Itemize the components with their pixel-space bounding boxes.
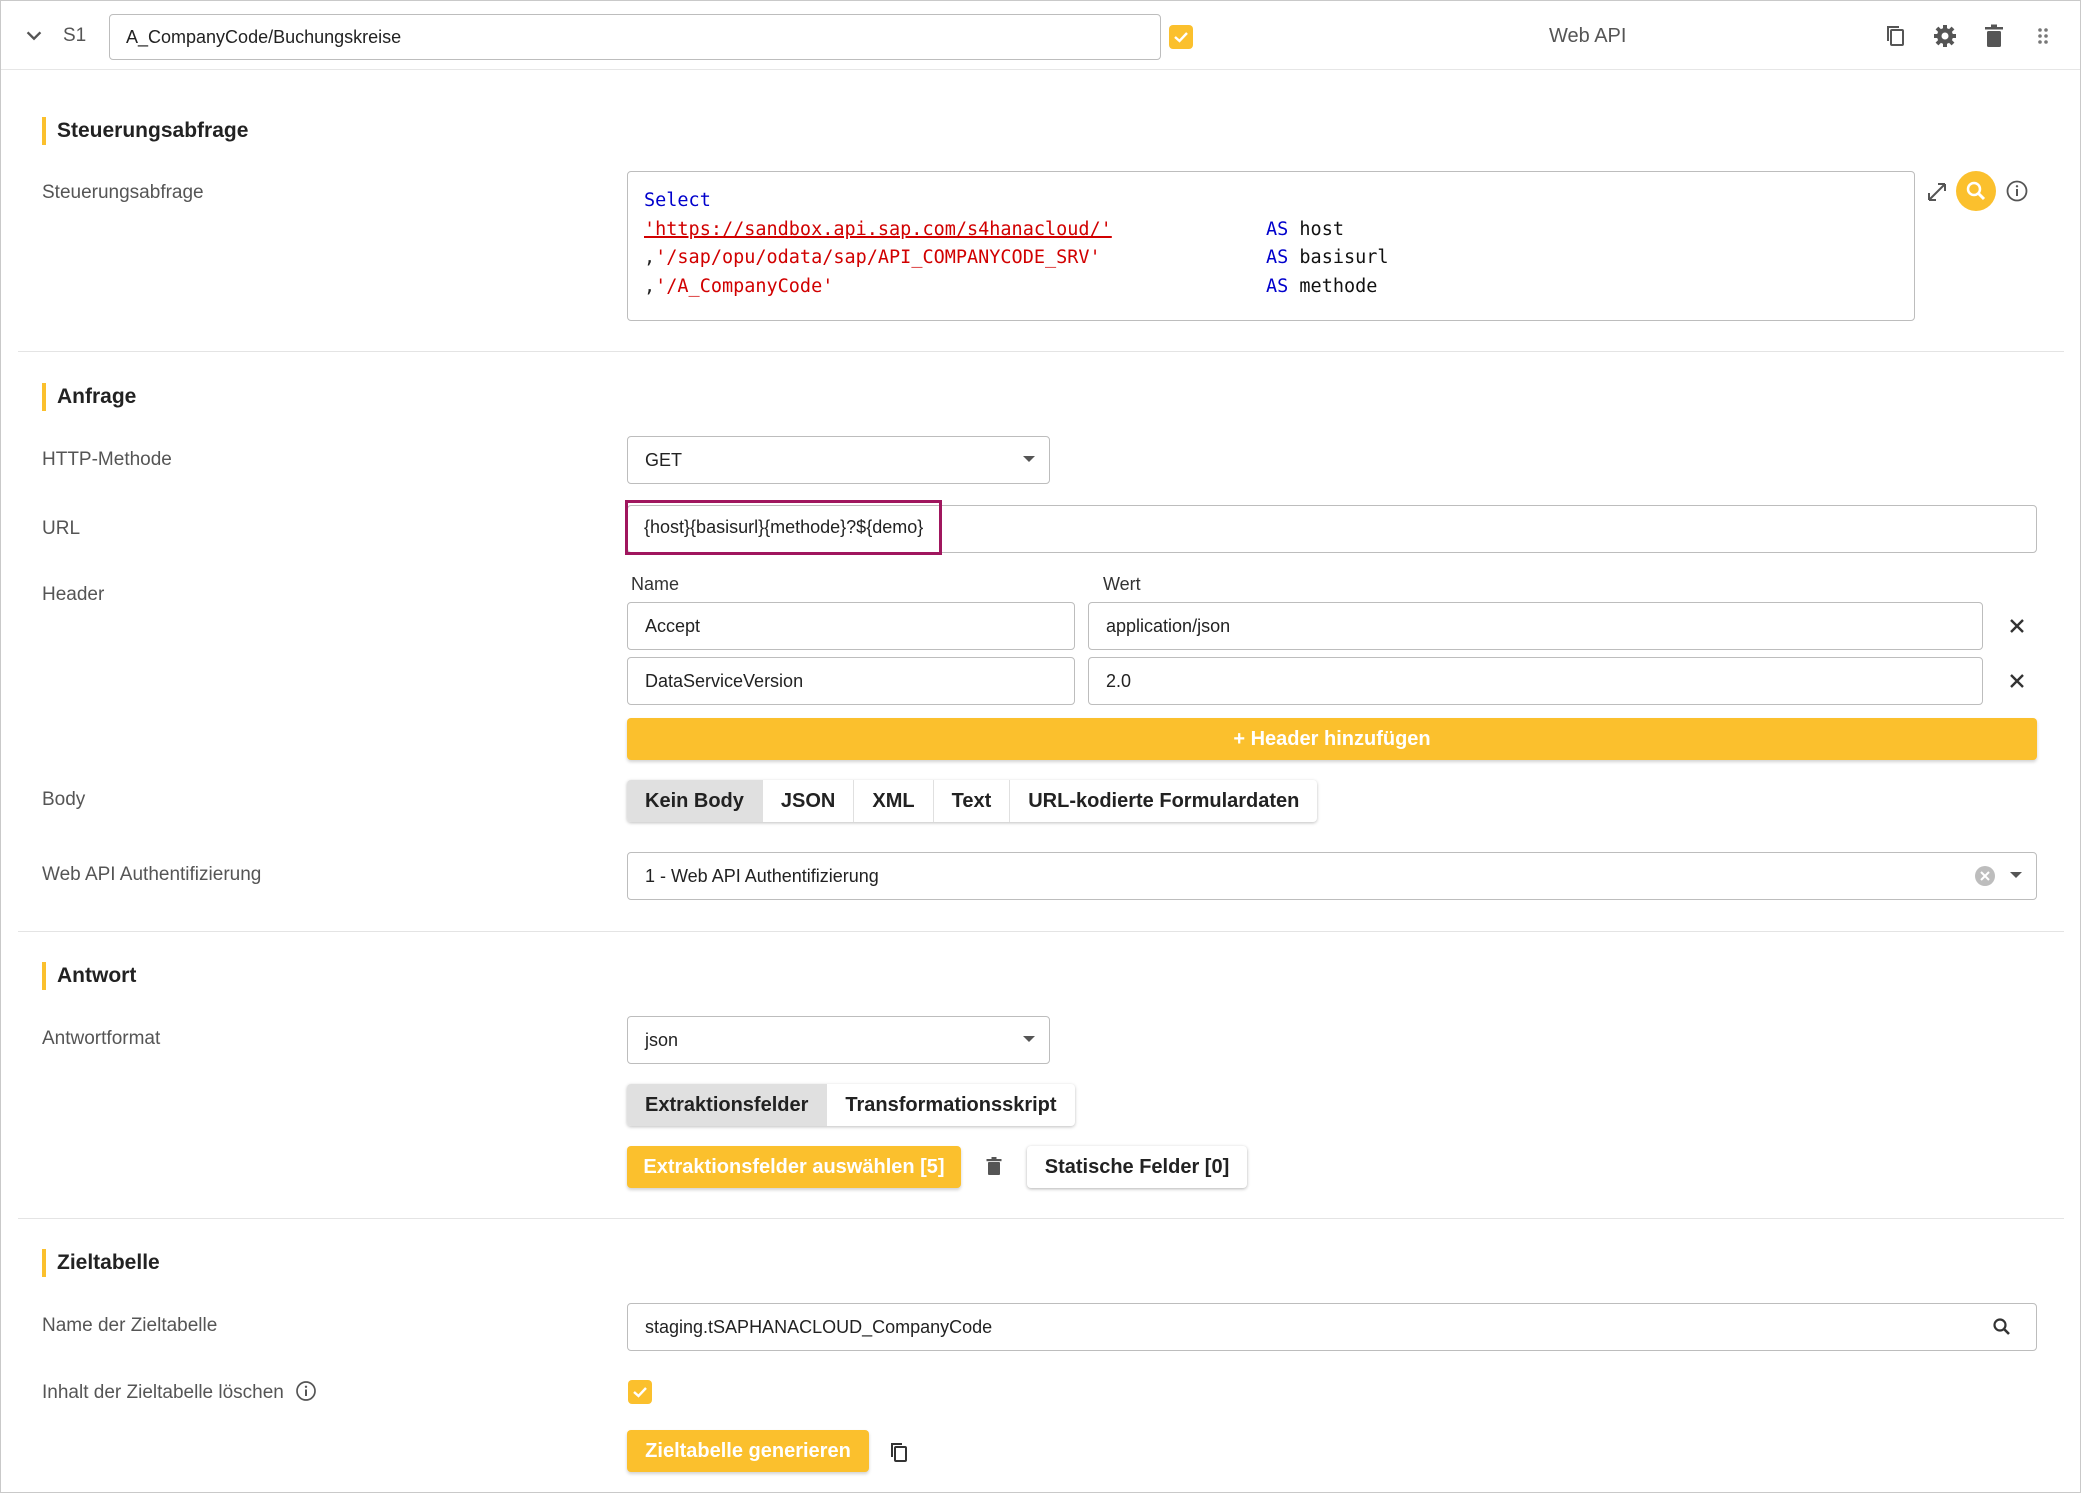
header-value-input[interactable]: 2.0 (1088, 657, 1983, 705)
header-label: Header (42, 584, 105, 605)
response-format-select[interactable]: json (627, 1016, 1050, 1064)
caret-down-icon (2010, 872, 2022, 878)
run-query-button[interactable] (1956, 171, 1996, 211)
tab-extraction-fields[interactable]: Extraktionsfelder (627, 1084, 828, 1126)
section-title-request: Anfrage (42, 383, 136, 411)
control-query-editor[interactable]: Select 'https://sandbox.api.sap.com/s4ha… (627, 171, 1915, 321)
body-option-urlencoded[interactable]: URL-kodierte Formulardaten (1010, 780, 1317, 822)
search-icon (1966, 181, 1986, 201)
copy-icon[interactable] (886, 1439, 912, 1465)
code-alias-host: AS host (1266, 219, 1344, 240)
header-column-name: Name (631, 574, 680, 594)
response-format-label: Antwortformat (42, 1028, 161, 1049)
tab-transformation-script[interactable]: Transformationsskript (827, 1084, 1074, 1126)
close-icon[interactable] (2007, 671, 2027, 691)
drag-handle-icon[interactable] (2028, 21, 2058, 51)
add-header-button[interactable]: + Header hinzufügen (627, 718, 2037, 760)
trash-icon[interactable] (983, 1155, 1005, 1177)
auth-select[interactable]: 1 - Web API Authentifizierung (627, 852, 2037, 900)
generate-target-table-button[interactable]: Zieltabelle generieren (627, 1430, 869, 1472)
code-line-host: 'https://sandbox.api.sap.com/s4hanacloud… (644, 219, 1112, 240)
info-icon[interactable] (295, 1380, 317, 1402)
divider (18, 351, 2064, 352)
target-table-label: Name der Zieltabelle (42, 1315, 218, 1336)
code-alias-method: AS methode (1266, 276, 1378, 297)
check-icon (1174, 32, 1188, 43)
header-column-value: Wert (1103, 574, 1141, 594)
code-line-method: ,'/A_CompanyCode' (644, 276, 834, 297)
section-title-response: Antwort (42, 962, 136, 990)
step-name-input[interactable]: A_CompanyCode/Buchungskreise (109, 14, 1161, 60)
body-option-json[interactable]: JSON (763, 780, 855, 822)
code-alias-basisurl: AS basisurl (1266, 247, 1389, 268)
target-table-value: staging.tSAPHANACLOUD_CompanyCode (645, 1317, 993, 1337)
header-value-input[interactable]: application/json (1088, 602, 1983, 650)
caret-down-icon (1023, 456, 1035, 462)
step-id: S1 (63, 25, 87, 46)
check-icon (633, 1387, 647, 1398)
step-active-checkbox[interactable] (1169, 25, 1193, 49)
gear-icon[interactable] (1930, 21, 1960, 51)
auth-label: Web API Authentifizierung (42, 864, 262, 885)
section-title-target: Zieltabelle (42, 1249, 160, 1277)
response-mode-toggle: Extraktionsfelder Transformationsskript (627, 1084, 1075, 1126)
chevron-down-icon[interactable] (23, 25, 45, 47)
auth-value: 1 - Web API Authentifizierung (645, 866, 879, 886)
http-method-select[interactable]: GET (627, 436, 1050, 484)
http-method-label: HTTP-Methode (42, 449, 172, 470)
close-icon[interactable] (2007, 616, 2027, 636)
search-icon[interactable] (1992, 1317, 2012, 1337)
clear-target-checkbox[interactable] (628, 1380, 652, 1404)
clear-icon[interactable] (1974, 865, 1996, 887)
body-option-xml[interactable]: XML (854, 780, 934, 822)
body-option-none[interactable]: Kein Body (627, 780, 763, 822)
code-line-select: Select (644, 190, 711, 211)
body-type-toggle: Kein Body JSON XML Text URL-kodierte For… (627, 780, 1318, 822)
body-option-text[interactable]: Text (934, 780, 1011, 822)
static-fields-button[interactable]: Statische Felder [0] (1027, 1146, 1247, 1188)
http-method-value: GET (645, 450, 683, 470)
url-value-highlight: {host}{basisurl}{methode}?${demo} (625, 500, 942, 555)
section-title-control: Steuerungsabfrage (42, 117, 248, 145)
divider (18, 931, 2064, 932)
header-name-input[interactable]: DataServiceVersion (627, 657, 1075, 705)
target-table-input[interactable]: staging.tSAPHANACLOUD_CompanyCode (627, 1303, 2037, 1351)
caret-down-icon (1023, 1036, 1035, 1042)
step-type: Web API (1549, 25, 1627, 47)
select-extraction-fields-button[interactable]: Extraktionsfelder auswählen [5] (627, 1146, 961, 1188)
url-label: URL (42, 518, 81, 539)
info-icon[interactable] (2005, 179, 2029, 203)
expand-icon[interactable] (1925, 180, 1949, 204)
copy-icon[interactable] (1881, 21, 1911, 51)
step-header: S1 A_CompanyCode/Buchungskreise Web API (1, 1, 2080, 70)
control-query-label: Steuerungsabfrage (42, 182, 204, 203)
trash-icon[interactable] (1979, 21, 2009, 51)
clear-target-label: Inhalt der Zieltabelle löschen (42, 1380, 317, 1404)
code-line-basisurl: ,'/sap/opu/odata/sap/API_COMPANYCODE_SRV… (644, 247, 1101, 268)
body-label: Body (42, 789, 86, 810)
divider (18, 1218, 2064, 1219)
header-name-input[interactable]: Accept (627, 602, 1075, 650)
code-host-string: 'https://sandbox.api.sap.com/s4hanacloud… (644, 219, 1112, 240)
response-format-value: json (645, 1030, 679, 1050)
